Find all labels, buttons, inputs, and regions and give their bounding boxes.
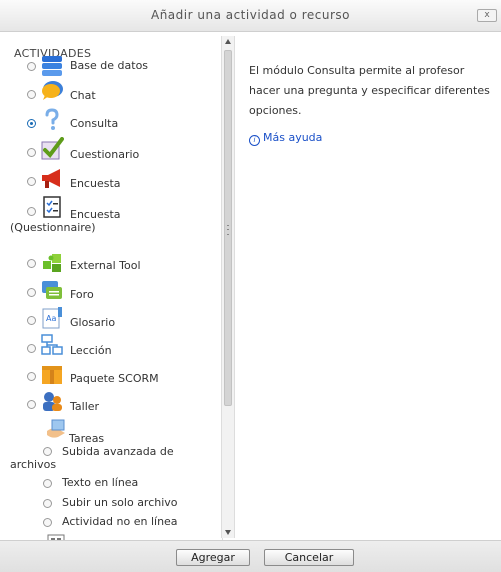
option-actividad-no-en-linea[interactable]: Actividad no en línea	[10, 514, 222, 534]
option-foro[interactable]: Foro	[10, 279, 222, 305]
option-label: Cuestionario	[70, 148, 140, 161]
radio-taller[interactable]	[27, 400, 36, 409]
option-chat[interactable]: Chat	[10, 79, 222, 107]
lesson-icon	[41, 334, 63, 355]
scroll-grip-icon	[227, 225, 229, 235]
option-encuesta-questionnaire[interactable]: Encuesta (Questionnaire)	[10, 195, 222, 239]
activity-info-panel: El módulo Consulta permite al profesor h…	[238, 36, 501, 538]
option-subida-avanzada[interactable]: Subida avanzada de archivos	[10, 444, 222, 474]
chat-icon	[42, 81, 63, 100]
radio-leccion[interactable]	[27, 344, 36, 353]
question-icon	[45, 108, 59, 130]
option-label: Actividad no en línea	[62, 515, 178, 528]
radio-texto-en-linea[interactable]	[43, 479, 52, 488]
option-texto-en-linea[interactable]: Texto en línea	[10, 474, 222, 494]
radio-cuestionario[interactable]	[27, 148, 36, 157]
assignment-icon	[47, 419, 65, 438]
scroll-down-arrow-icon[interactable]	[225, 530, 231, 535]
option-cuestionario[interactable]: Cuestionario	[10, 136, 222, 164]
add-button[interactable]: Agregar	[176, 549, 250, 566]
radio-subir-un-solo-archivo[interactable]	[43, 499, 52, 508]
option-label: Texto en línea	[62, 476, 139, 489]
option-base-de-datos[interactable]: Base de datos	[10, 53, 222, 79]
option-paquete-scorm[interactable]: Paquete SCORM	[10, 361, 222, 388]
option-label: Paquete SCORM	[70, 372, 159, 385]
checkmark-icon	[41, 137, 64, 160]
radio-paquete-scorm[interactable]	[27, 372, 36, 381]
dialog-title: Añadir una actividad o recurso	[150, 8, 350, 22]
info-icon: i	[249, 135, 260, 146]
package-icon	[42, 366, 62, 384]
radio-base-de-datos[interactable]	[27, 62, 36, 71]
option-label: Base de datos	[70, 59, 149, 72]
option-label: Subida avanzada de archivos	[10, 445, 174, 471]
radio-consulta[interactable]	[27, 119, 36, 128]
option-taller[interactable]: Taller	[10, 389, 222, 417]
option-glosario[interactable]: Aa Glosario	[10, 306, 222, 333]
option-consulta[interactable]: Consulta	[10, 108, 222, 135]
svg-text:Aa: Aa	[46, 314, 56, 323]
option-label: Encuesta	[70, 177, 121, 190]
radio-encuesta[interactable]	[27, 177, 36, 186]
option-label: Lección	[70, 344, 112, 357]
puzzle-icon	[43, 254, 61, 272]
option-subir-un-solo-archivo[interactable]: Subir un solo archivo	[10, 494, 222, 514]
scroll-up-arrow-icon[interactable]	[225, 39, 231, 44]
database-icon	[42, 56, 62, 76]
radio-foro[interactable]	[27, 288, 36, 297]
dialog-titlebar: Añadir una actividad o recurso x	[0, 0, 501, 32]
option-external-tool[interactable]: External Tool	[10, 251, 222, 277]
activity-description: El módulo Consulta permite al profesor h…	[249, 64, 490, 117]
dialog-footer: Agregar Cancelar	[0, 540, 501, 572]
close-button[interactable]: x	[477, 9, 497, 22]
option-label: Taller	[70, 400, 100, 413]
forum-icon	[42, 281, 62, 299]
radio-external-tool[interactable]	[27, 259, 36, 268]
option-label: Glosario	[70, 316, 116, 329]
option-leccion[interactable]: Lección	[10, 333, 222, 360]
cancel-button[interactable]: Cancelar	[264, 549, 354, 566]
radio-actividad-no-en-linea[interactable]	[43, 518, 52, 527]
option-label: External Tool	[70, 259, 141, 272]
workshop-icon	[43, 392, 62, 411]
radio-glosario[interactable]	[27, 316, 36, 325]
option-label: Encuesta (Questionnaire)	[10, 208, 121, 234]
more-help-link[interactable]: i Más ayuda	[249, 131, 322, 146]
radio-chat[interactable]	[27, 90, 36, 99]
option-label: Subir un solo archivo	[62, 496, 178, 509]
megaphone-icon	[42, 169, 60, 188]
option-label: Foro	[70, 288, 94, 301]
option-encuesta[interactable]: Encuesta	[10, 165, 222, 193]
activity-list: Base de datos Chat Consulta Cuestionario	[10, 39, 223, 541]
option-label: Chat	[70, 89, 96, 102]
option-label: Consulta	[70, 117, 119, 130]
scroll-thumb[interactable]	[224, 50, 232, 406]
glossary-icon: Aa	[42, 307, 62, 329]
group-tareas: Tareas	[10, 415, 222, 445]
activity-list-scrollbar[interactable]	[221, 36, 235, 538]
more-help-label: Más ayuda	[263, 131, 323, 144]
